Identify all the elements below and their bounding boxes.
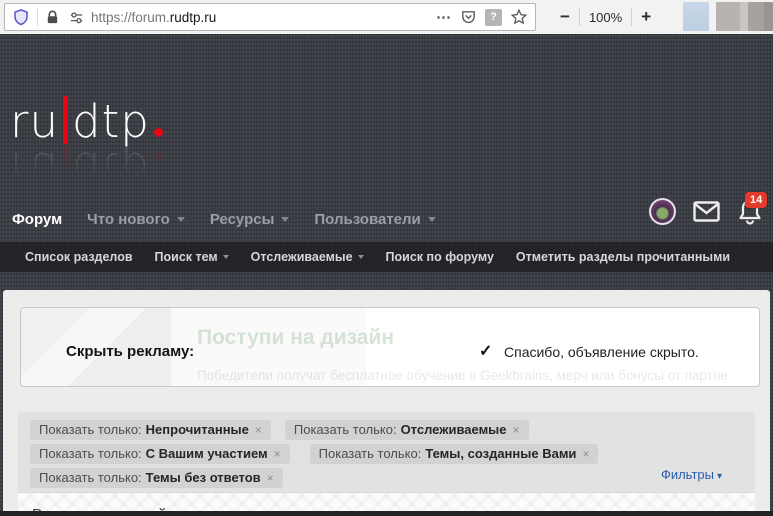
- logo-reflection: ru dtp: [10, 142, 163, 195]
- filter-chip-started[interactable]: Показать только: Темы, созданные Вами ×: [309, 444, 599, 464]
- remove-filter-icon[interactable]: ×: [255, 423, 262, 437]
- urlbar-divider: [37, 8, 38, 26]
- page-background: ru dtp ru dtp Форум Что нового Ресурсы Пол…: [0, 34, 773, 516]
- chevron-down-icon: [427, 216, 436, 222]
- filter-row: Показать только: С Вашим участием × Показа…: [30, 444, 743, 464]
- logo-text: ru dtp: [10, 96, 163, 144]
- site-logo[interactable]: ru dtp ru dtp: [10, 96, 163, 195]
- filter-panel: Показать только: Непрочитанные × Показать …: [18, 412, 755, 492]
- filter-chip-participated[interactable]: Показать только: С Вашим участием ×: [30, 444, 290, 464]
- permissions-icon[interactable]: [68, 10, 85, 25]
- extension-icon-placeholder[interactable]: [683, 2, 709, 31]
- filters-menu-link[interactable]: Фильтры ▾: [661, 467, 722, 482]
- logo-red-dot: [153, 128, 163, 137]
- nav-tab-resources[interactable]: Ресурсы: [210, 211, 290, 228]
- user-avatar[interactable]: [649, 198, 676, 225]
- nav-tab-forum[interactable]: Форум: [12, 211, 62, 228]
- subnav-search-threads[interactable]: Поиск тем: [155, 250, 229, 264]
- lock-icon[interactable]: [45, 10, 60, 25]
- tracking-protection-shield-icon[interactable]: [12, 8, 30, 26]
- extension-icon-placeholder[interactable]: [716, 2, 748, 31]
- chevron-down-icon: ▾: [716, 471, 722, 482]
- ad-hidden-confirmation: Спасибо, объявление скрыто.: [504, 344, 699, 360]
- zoom-divider: [631, 8, 633, 26]
- zoom-level: 100%: [588, 9, 623, 25]
- filter-row: Показать только: Темы без ответов ×: [30, 468, 743, 488]
- subnav-search-forum[interactable]: Поиск по форуму: [386, 250, 494, 264]
- url-text[interactable]: https://forum.rudtp.ru: [91, 10, 428, 25]
- hide-ad-label: Скрыть рекламу:: [66, 343, 195, 360]
- chevron-down-icon: [176, 216, 185, 222]
- page-actions-icon[interactable]: ⋯: [436, 8, 452, 26]
- logo-ru: ru: [10, 95, 60, 148]
- subnav-forum-list[interactable]: Список разделов: [25, 250, 133, 264]
- hidden-ad-text: Победители получат бесплатное обучение в…: [197, 368, 728, 383]
- ad-notice-box: Поступи на дизайн Победители получат бес…: [20, 307, 760, 387]
- remove-filter-icon[interactable]: ×: [274, 447, 281, 461]
- check-icon: ✓: [479, 343, 493, 360]
- content-area: Поступи на дизайн Победители получат бес…: [3, 290, 770, 516]
- filter-chip-watched[interactable]: Показать только: Отслеживаемые ×: [284, 420, 529, 440]
- zoom-controls: − 100% +: [560, 0, 651, 34]
- inbox-mail-icon[interactable]: [693, 201, 720, 222]
- unknown-extension-icon[interactable]: ?: [485, 8, 502, 26]
- remove-filter-icon[interactable]: ×: [513, 423, 520, 437]
- bookmark-star-icon[interactable]: [510, 8, 528, 26]
- extension-icon-placeholder[interactable]: [748, 2, 773, 31]
- hidden-ad-title: Поступи на дизайн: [197, 326, 395, 349]
- remove-filter-icon[interactable]: ×: [582, 447, 589, 461]
- filter-row: Показать только: Непрочитанные × Показать …: [30, 420, 743, 440]
- chevron-down-icon: [357, 255, 364, 259]
- pocket-icon[interactable]: [460, 9, 477, 26]
- filter-chip-unanswered[interactable]: Показать только: Темы без ответов ×: [30, 468, 283, 488]
- zoom-divider: [578, 8, 580, 26]
- nav-tab-whats-new[interactable]: Что нового: [87, 211, 185, 228]
- sub-navigation: Список разделов Поиск тем Отслеживаемые …: [0, 242, 773, 272]
- chevron-down-icon: [281, 216, 290, 222]
- logo-red-bar: [63, 96, 69, 144]
- subnav-mark-read[interactable]: Отметить разделы прочитанными: [516, 250, 730, 264]
- remove-filter-icon[interactable]: ×: [267, 471, 274, 485]
- subnav-watched[interactable]: Отслеживаемые: [251, 250, 364, 264]
- url-scheme: https://forum.: [91, 9, 170, 25]
- notification-count-badge[interactable]: 14: [745, 192, 768, 209]
- logo-dtp: dtp: [72, 95, 150, 148]
- browser-window: https://forum.rudtp.ru ⋯ ? − 100% + ru dt…: [0, 0, 773, 516]
- chevron-down-icon: [222, 255, 229, 259]
- url-bar[interactable]: https://forum.rudtp.ru ⋯ ?: [4, 3, 536, 31]
- browser-toolbar: https://forum.rudtp.ru ⋯ ? − 100% +: [0, 0, 773, 34]
- filter-chip-unread[interactable]: Показать только: Непрочитанные ×: [30, 420, 271, 440]
- zoom-out-button[interactable]: −: [560, 7, 570, 27]
- footer-strip: [0, 511, 773, 516]
- url-domain: rudtp.ru: [169, 9, 217, 25]
- main-navigation: Форум Что нового Ресурсы Пользователи: [12, 197, 436, 241]
- zoom-in-button[interactable]: +: [641, 7, 651, 27]
- nav-tab-members[interactable]: Пользователи: [314, 211, 436, 228]
